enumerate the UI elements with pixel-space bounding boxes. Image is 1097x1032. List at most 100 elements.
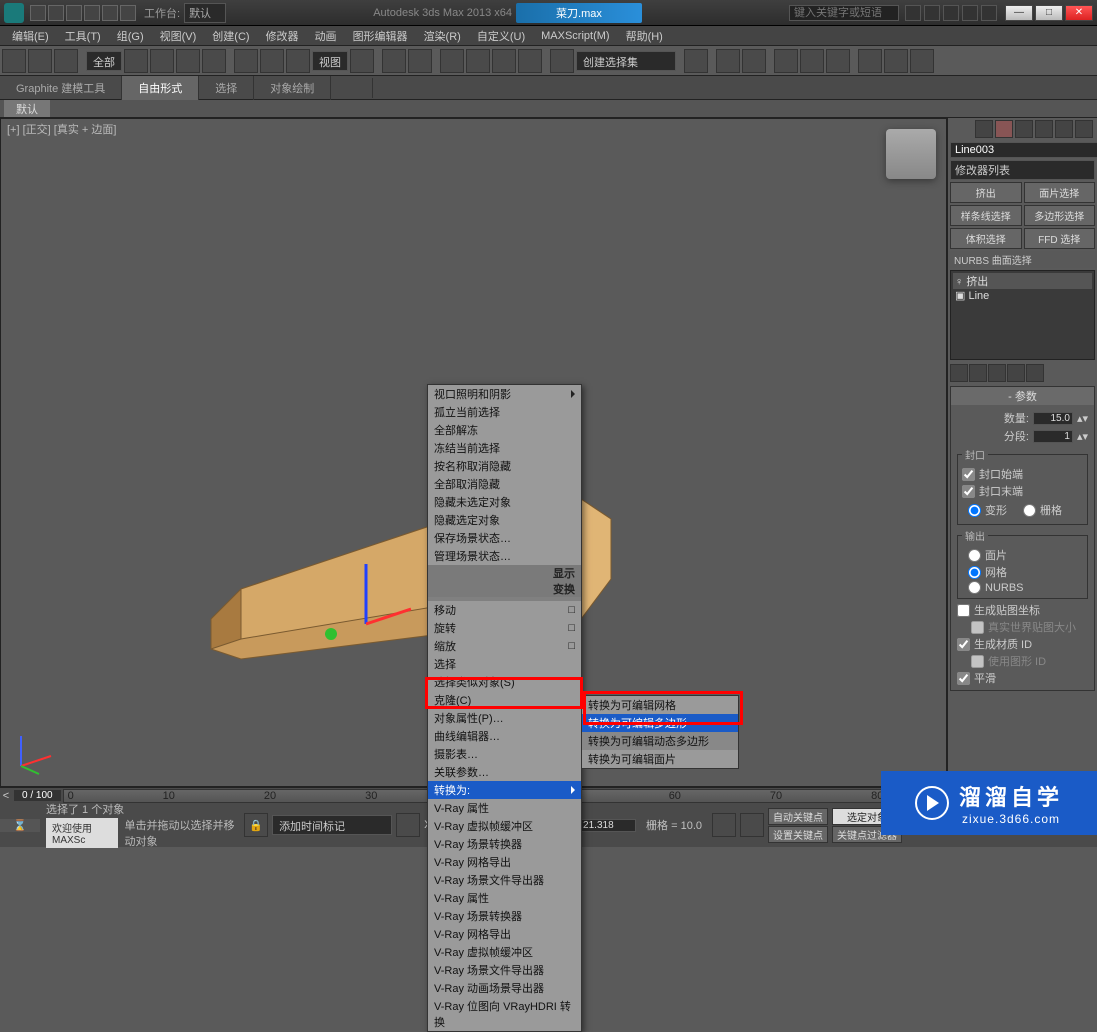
- mod-patch-select-button[interactable]: 面片选择: [1024, 182, 1096, 203]
- mod-nurbs-row[interactable]: NURBS 曲面选择: [948, 251, 1097, 268]
- cm-vray-vfb-2[interactable]: V-Ray 虚拟帧缓冲区: [428, 943, 581, 961]
- configure-sets-icon[interactable]: [1026, 364, 1044, 382]
- stack-extrude[interactable]: ♀ 挤出: [953, 273, 1092, 289]
- help-search[interactable]: [789, 5, 899, 21]
- workspace-value[interactable]: 默认: [184, 3, 226, 23]
- curve-editor-icon[interactable]: [774, 49, 798, 73]
- cm-select-similar[interactable]: 选择类似对象(S): [428, 673, 581, 691]
- mod-ffd-select-button[interactable]: FFD 选择: [1024, 228, 1096, 249]
- keyboard-icon[interactable]: [408, 49, 432, 73]
- selection-lock-icon[interactable]: [740, 813, 764, 837]
- snap-percent-icon[interactable]: [492, 49, 516, 73]
- sm-editable-dpoly[interactable]: 转换为可编辑动态多边形: [582, 732, 738, 750]
- modify-tab-icon[interactable]: [995, 120, 1013, 138]
- qat-link-icon[interactable]: [120, 5, 136, 21]
- snap-3d-icon[interactable]: [440, 49, 464, 73]
- maxscript-listener[interactable]: 欢迎使用 MAXSc: [46, 818, 118, 848]
- remove-modifier-icon[interactable]: [1007, 364, 1025, 382]
- sm-editable-poly[interactable]: 转换为可编辑多边形: [582, 714, 738, 732]
- material-editor-icon[interactable]: [826, 49, 850, 73]
- snap-angle-icon[interactable]: [466, 49, 490, 73]
- hierarchy-tab-icon[interactable]: [1015, 120, 1033, 138]
- stack-line[interactable]: ▣ Line: [953, 289, 1092, 302]
- viewport-label[interactable]: [+] [正交] [真实 + 边面]: [7, 121, 116, 137]
- pin-stack-icon[interactable]: [950, 364, 968, 382]
- cm-unfreeze-all[interactable]: 全部解冻: [428, 421, 581, 439]
- lock-selection-icon[interactable]: 🔒: [244, 813, 268, 837]
- ribbon-tab-selection[interactable]: 选择: [199, 76, 254, 100]
- qat-save-icon[interactable]: [66, 5, 82, 21]
- menu-group[interactable]: 组(G): [109, 26, 152, 46]
- set-key-button[interactable]: 设置关键点: [768, 826, 828, 843]
- rendered-frame-icon[interactable]: [884, 49, 908, 73]
- cm-vray-properties-2[interactable]: V-Ray 属性: [428, 889, 581, 907]
- absolute-mode-icon[interactable]: [396, 813, 420, 837]
- gen-mapping-check[interactable]: [957, 604, 970, 617]
- exchange-icon[interactable]: [943, 5, 959, 21]
- qat-new-icon[interactable]: [30, 5, 46, 21]
- search-icon[interactable]: [905, 5, 921, 21]
- utilities-tab-icon[interactable]: [1075, 120, 1093, 138]
- named-sel-sets-icon[interactable]: [550, 49, 574, 73]
- maximize-button[interactable]: □: [1035, 5, 1063, 21]
- render-setup-icon[interactable]: [858, 49, 882, 73]
- close-button[interactable]: ✕: [1065, 5, 1093, 21]
- gen-matid-check[interactable]: [957, 638, 970, 651]
- cm-vray-anim-scene-export[interactable]: V-Ray 动画场景导出器: [428, 979, 581, 997]
- spinner-arrows-icon[interactable]: ▴▾: [1077, 430, 1088, 443]
- qat-undo-icon[interactable]: [84, 5, 100, 21]
- cm-freeze-selection[interactable]: 冻结当前选择: [428, 439, 581, 457]
- cm-vray-bitmap-hdri[interactable]: V-Ray 位图向 VRayHDRI 转换: [428, 997, 581, 1031]
- output-mesh-radio[interactable]: [968, 566, 981, 579]
- menu-animation[interactable]: 动画: [307, 26, 345, 46]
- display-tab-icon[interactable]: [1055, 120, 1073, 138]
- menu-modifiers[interactable]: 修改器: [258, 26, 307, 46]
- ribbon-tab-freeform[interactable]: 自由形式: [122, 76, 199, 100]
- sm-editable-mesh[interactable]: 转换为可编辑网格: [582, 696, 738, 714]
- cm-vray-scene-file-export-2[interactable]: V-Ray 场景文件导出器: [428, 961, 581, 979]
- menu-customize[interactable]: 自定义(U): [469, 26, 533, 46]
- select-rect-icon[interactable]: [176, 49, 200, 73]
- cm-move[interactable]: 移动□: [428, 601, 581, 619]
- cm-curve-editor[interactable]: 曲线编辑器…: [428, 727, 581, 745]
- cm-select[interactable]: 选择: [428, 655, 581, 673]
- z-coord-input[interactable]: [580, 819, 636, 832]
- grid-radio[interactable]: [1023, 504, 1036, 517]
- cm-scale[interactable]: 缩放□: [428, 637, 581, 655]
- cm-dope-sheet[interactable]: 摄影表…: [428, 745, 581, 763]
- menu-edit[interactable]: 编辑(E): [4, 26, 57, 46]
- layer-icon[interactable]: [742, 49, 766, 73]
- spinner-arrows-icon[interactable]: ▴▾: [1077, 412, 1088, 425]
- mod-vol-select-button[interactable]: 体积选择: [950, 228, 1022, 249]
- menu-graph[interactable]: 图形编辑器: [345, 26, 416, 46]
- parameters-header[interactable]: - 参数: [951, 387, 1094, 405]
- ref-coord-dropdown[interactable]: 视图: [312, 51, 348, 71]
- cm-manage-scene-state[interactable]: 管理场景状态…: [428, 547, 581, 565]
- viewcube[interactable]: [886, 129, 936, 179]
- mod-spline-select-button[interactable]: 样条线选择: [950, 205, 1022, 226]
- cm-vray-vfb[interactable]: V-Ray 虚拟帧缓冲区: [428, 817, 581, 835]
- cm-convert-to[interactable]: 转换为:: [428, 781, 581, 799]
- auto-key-button[interactable]: 自动关键点: [768, 808, 828, 825]
- pivot-icon[interactable]: [350, 49, 374, 73]
- menu-views[interactable]: 视图(V): [152, 26, 205, 46]
- move-icon[interactable]: [234, 49, 258, 73]
- workspace-selector[interactable]: 工作台: 默认: [144, 3, 226, 23]
- cm-rotate[interactable]: 旋转□: [428, 619, 581, 637]
- qat-redo-icon[interactable]: [102, 5, 118, 21]
- object-name-input[interactable]: [950, 142, 1097, 158]
- select-icon[interactable]: [124, 49, 148, 73]
- qat-open-icon[interactable]: [48, 5, 64, 21]
- output-patch-radio[interactable]: [968, 549, 981, 562]
- cm-unhide-all[interactable]: 全部取消隐藏: [428, 475, 581, 493]
- mirror-icon[interactable]: [684, 49, 708, 73]
- ribbon-tab-blank[interactable]: [331, 78, 373, 98]
- cm-hide-selection[interactable]: 隐藏选定对象: [428, 511, 581, 529]
- cm-viewport-lighting[interactable]: 视口照明和阴影: [428, 385, 581, 403]
- menu-maxscript[interactable]: MAXScript(M): [533, 28, 617, 44]
- cap-end-check[interactable]: [962, 485, 975, 498]
- cm-vray-properties[interactable]: V-Ray 属性: [428, 799, 581, 817]
- cm-unhide-by-name[interactable]: 按名称取消隐藏: [428, 457, 581, 475]
- align-icon[interactable]: [716, 49, 740, 73]
- subscription-icon[interactable]: [924, 5, 940, 21]
